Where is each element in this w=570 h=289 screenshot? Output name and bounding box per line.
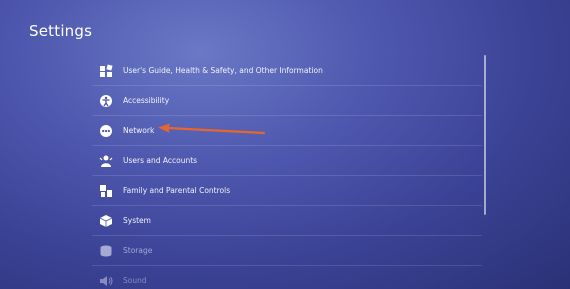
- menu-item-label: Sound: [123, 276, 147, 285]
- accessibility-icon: [99, 94, 113, 108]
- menu-item-family-parental[interactable]: Family and Parental Controls: [92, 176, 482, 206]
- menu-item-users-accounts[interactable]: Users and Accounts: [92, 146, 482, 176]
- system-icon: [99, 214, 113, 228]
- menu-item-label: Family and Parental Controls: [123, 186, 231, 195]
- family-icon: [99, 184, 113, 198]
- storage-icon: [99, 244, 113, 258]
- scrollbar[interactable]: [484, 55, 486, 215]
- menu-item-storage[interactable]: Storage: [92, 236, 482, 266]
- menu-item-label: User's Guide, Health & Safety, and Other…: [123, 66, 323, 75]
- users-icon: [99, 154, 113, 168]
- menu-item-label: System: [123, 216, 151, 225]
- menu-item-sound[interactable]: Sound: [92, 266, 482, 289]
- menu-item-users-guide[interactable]: User's Guide, Health & Safety, and Other…: [92, 56, 482, 86]
- menu-item-system[interactable]: System: [92, 206, 482, 236]
- menu-item-network[interactable]: Network: [92, 116, 482, 146]
- menu-item-accessibility[interactable]: Accessibility: [92, 86, 482, 116]
- annotation-arrow-icon: [158, 123, 266, 135]
- menu-item-label: Users and Accounts: [123, 156, 198, 165]
- guide-icon: [99, 63, 113, 78]
- menu-item-label: Accessibility: [123, 96, 170, 105]
- sound-icon: [99, 274, 113, 288]
- page-title: Settings: [29, 22, 93, 40]
- settings-screen: Settings User's Guide, Health & Safety, …: [0, 0, 570, 289]
- menu-item-label: Network: [123, 126, 155, 135]
- settings-menu: User's Guide, Health & Safety, and Other…: [92, 56, 482, 289]
- network-icon: [99, 124, 113, 138]
- menu-item-label: Storage: [123, 246, 153, 255]
